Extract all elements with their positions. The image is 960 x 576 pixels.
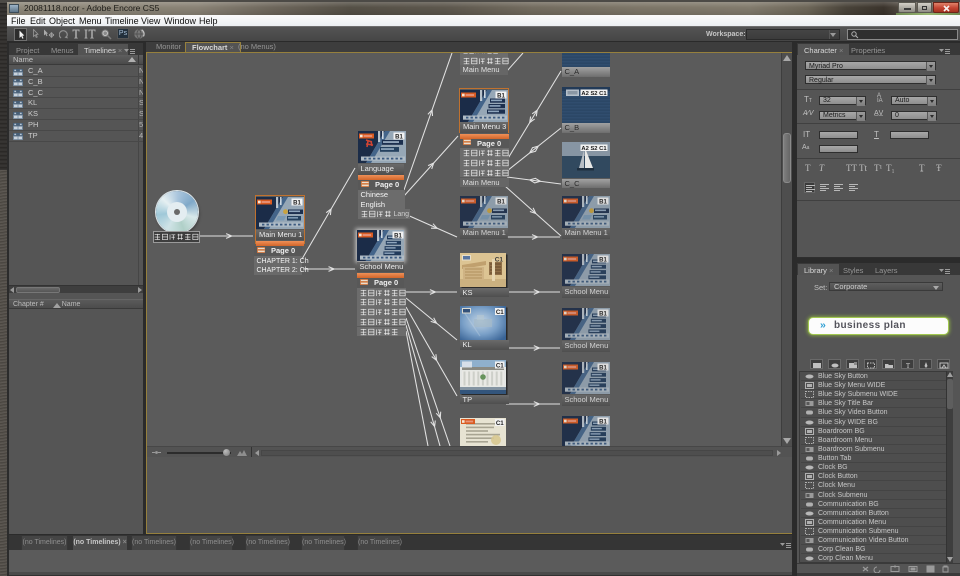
svg-text:B1: B1	[599, 311, 607, 317]
svg-text:C1: C1	[495, 419, 503, 426]
svg-text:B1: B1	[497, 93, 505, 99]
svg-text:A2 S2 C1: A2 S2 C1	[581, 146, 607, 152]
svg-text:A2 S2 C1: A2 S2 C1	[581, 91, 607, 97]
svg-text:B1: B1	[497, 199, 505, 205]
svg-text:B1: B1	[395, 134, 403, 140]
svg-text:B1: B1	[599, 199, 607, 205]
svg-text:C1: C1	[494, 257, 503, 264]
svg-text:B1: B1	[394, 233, 402, 239]
svg-text:B1: B1	[293, 200, 301, 206]
svg-text:T: T	[905, 362, 910, 369]
svg-text:C1: C1	[495, 308, 503, 315]
svg-text:B1: B1	[599, 257, 607, 263]
svg-text:C1: C1	[495, 362, 503, 369]
svg-text:B1: B1	[599, 419, 607, 425]
svg-text:B1: B1	[599, 365, 607, 371]
